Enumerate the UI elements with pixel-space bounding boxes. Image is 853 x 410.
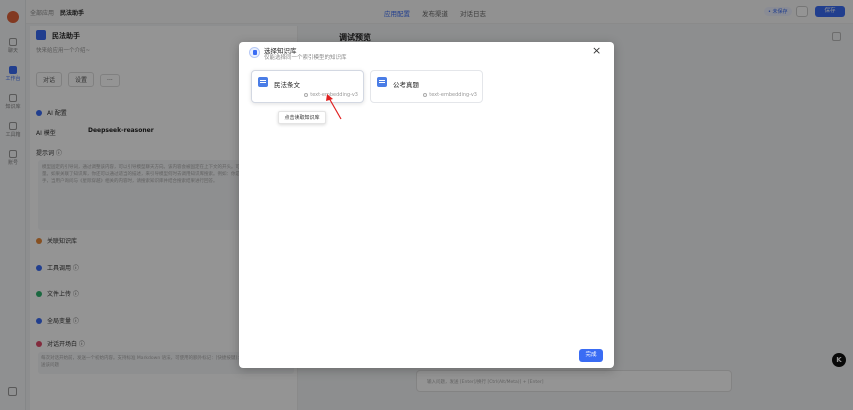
tooltip: 点击读取知识库 [278, 111, 326, 124]
modal-subtitle: 仅能选择同一个索引模型的知识库 [264, 55, 347, 61]
database-icon [258, 77, 268, 87]
embedding-model: text-embedding-v3 [423, 92, 477, 98]
knowledge-name: 民法条文 [274, 81, 300, 89]
knowledge-card[interactable]: 公考真题 text-embedding-v3 [370, 70, 483, 103]
model-icon [304, 92, 309, 97]
knowledge-icon [249, 47, 260, 58]
database-icon [377, 77, 387, 87]
model-icon [423, 92, 428, 97]
embedding-model: text-embedding-v3 [304, 92, 358, 98]
knowledge-name: 公考真题 [393, 81, 419, 89]
knowledge-card[interactable]: 民法条文 text-embedding-v3 [251, 70, 364, 103]
select-knowledge-modal: 选择知识库 仅能选择同一个索引模型的知识库 × 民法条文 text-embedd… [239, 42, 614, 368]
close-icon[interactable]: × [592, 45, 601, 56]
done-button[interactable]: 完成 [579, 349, 603, 362]
